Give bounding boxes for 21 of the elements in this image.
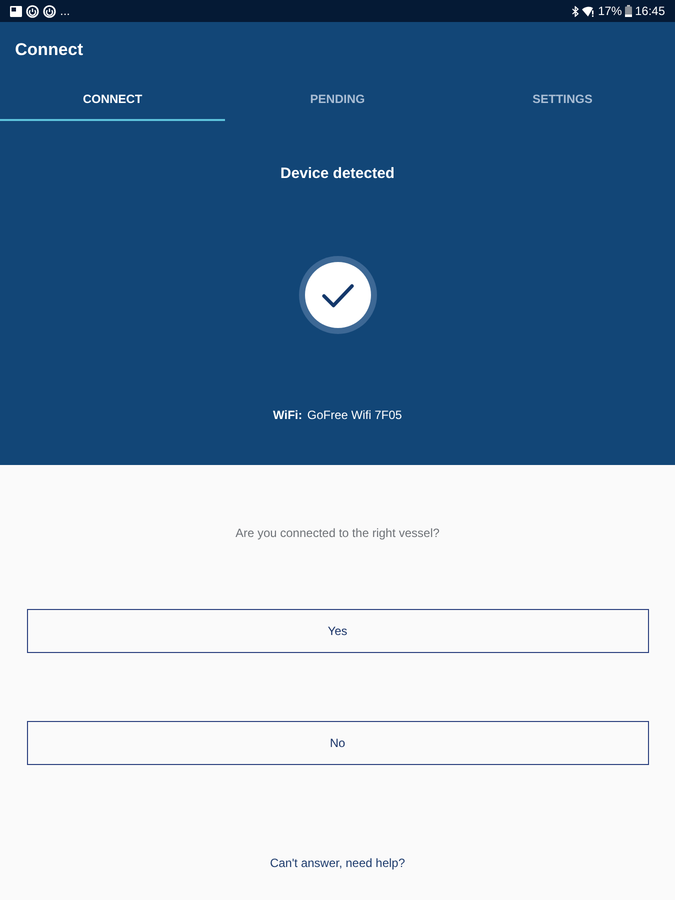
battery-icon — [624, 5, 632, 17]
image-icon — [10, 6, 22, 16]
tab[interactable]: SETTINGS — [450, 78, 675, 121]
battery-percent: 17% — [598, 4, 622, 18]
bluetooth-icon — [572, 6, 579, 16]
tab[interactable]: PENDING — [225, 78, 450, 121]
circled-symbol-icon — [26, 4, 39, 18]
clock-time: 16:45 — [634, 4, 665, 18]
circled-symbol-icon — [43, 4, 56, 18]
app-title: Connect — [15, 39, 83, 61]
check-circle-icon — [298, 256, 376, 334]
answer-button[interactable]: Yes — [26, 609, 648, 653]
overflow-text: ... — [60, 4, 70, 18]
wifi-icon — [582, 6, 595, 16]
answer-button[interactable]: No — [26, 721, 648, 765]
tab[interactable]: CONNECT — [0, 78, 225, 121]
device-status-heading: Device detected — [280, 164, 395, 184]
help-link[interactable]: Can't answer, need help? — [270, 855, 406, 871]
wifi-label: WiFi: — [273, 407, 302, 423]
question-text: Are you connected to the right vessel? — [235, 525, 440, 541]
wifi-network-name: GoFree Wifi 7F05 — [307, 407, 402, 423]
